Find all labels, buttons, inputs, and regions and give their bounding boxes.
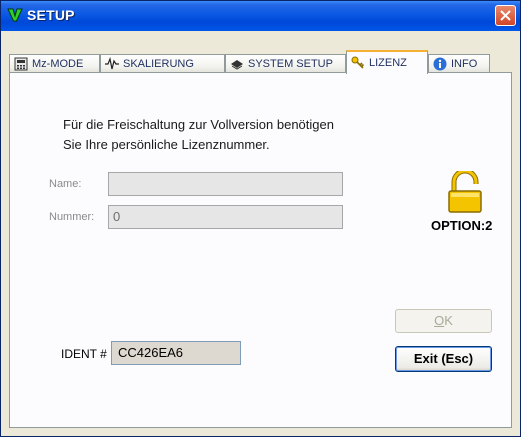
tab-lizenz[interactable]: LIZENZ [346, 50, 428, 74]
key-icon [351, 56, 365, 69]
ident-label: IDENT # [61, 347, 107, 361]
tab-skalierung[interactable]: SKALIERUNG [100, 54, 225, 72]
option-label: OPTION:2 [431, 218, 493, 233]
ok-button[interactable]: OK [395, 309, 492, 333]
number-field[interactable]: 0 [108, 205, 343, 229]
ok-label-rest: K [444, 313, 453, 328]
setup-window: SETUP Mz-MODE SKALIERUNG SYSTEM SETUP LI… [0, 0, 521, 437]
instruction-line-1: Für die Freischaltung zur Vollversion be… [63, 117, 334, 132]
name-label: Name: [49, 178, 82, 190]
app-v-icon [7, 8, 23, 22]
info-icon [433, 57, 447, 70]
window-title: SETUP [27, 7, 75, 23]
tab-label: SKALIERUNG [123, 57, 194, 70]
calculator-icon [14, 57, 28, 70]
padlock-open-icon [448, 171, 482, 213]
tab-info[interactable]: INFO [428, 54, 490, 72]
number-label: Nummer: [49, 211, 95, 223]
tab-system-setup[interactable]: SYSTEM SETUP [225, 54, 346, 72]
close-icon [500, 10, 511, 21]
exit-button[interactable]: Exit (Esc) [395, 346, 492, 372]
tab-label: INFO [451, 57, 478, 70]
ok-mnemonic: O [434, 313, 445, 328]
chip-icon [231, 59, 243, 70]
tab-label: Mz-MODE [32, 57, 84, 70]
name-field[interactable] [108, 172, 343, 196]
ident-field[interactable]: CC426EA6 [111, 341, 241, 365]
tab-label: LIZENZ [369, 57, 407, 69]
tab-label: SYSTEM SETUP [248, 57, 333, 70]
close-button[interactable] [495, 5, 516, 26]
waveform-icon [105, 56, 119, 69]
instruction-line-2: Sie Ihre persönliche Lizenznummer. [63, 137, 270, 152]
title-bar[interactable]: SETUP [1, 1, 520, 31]
license-instructions: Für die Freischaltung zur Vollversion be… [63, 115, 334, 155]
tab-mz-mode[interactable]: Mz-MODE [9, 54, 100, 72]
